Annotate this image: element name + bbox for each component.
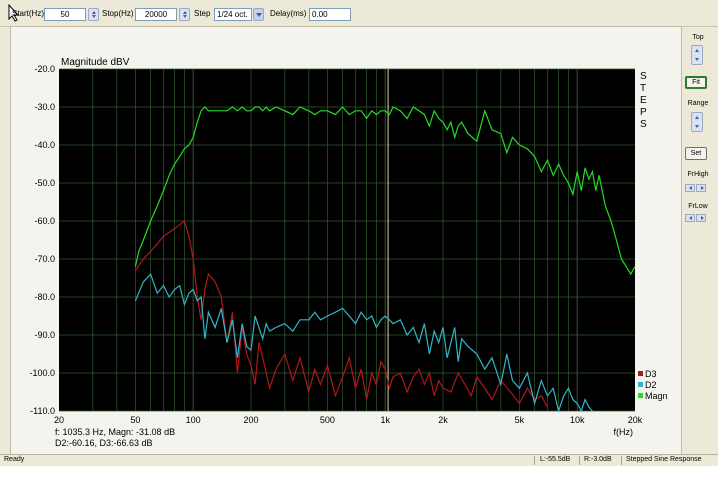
toolbar: Start(Hz) 50 Stop(Hz) 20000 Step 1/24 oc… bbox=[0, 0, 718, 27]
legend-swatch-d3 bbox=[638, 371, 643, 376]
stop-freq-input[interactable]: 20000 bbox=[135, 8, 177, 21]
steps-letter: P bbox=[640, 107, 647, 118]
status-mode: Stepped Sine Response bbox=[626, 456, 702, 463]
status-text: Ready bbox=[4, 456, 25, 463]
y-tick-label: -20.0 bbox=[34, 64, 55, 74]
delay-label: Delay(ms) bbox=[270, 9, 307, 18]
x-tick-label: 100 bbox=[186, 415, 201, 425]
delay-input[interactable]: 0.00 bbox=[309, 8, 351, 21]
x-tick-label: 2k bbox=[438, 415, 448, 425]
arrow-right-icon[interactable] bbox=[696, 214, 706, 222]
x-tick-label: 200 bbox=[243, 415, 258, 425]
range-spinner[interactable] bbox=[691, 112, 703, 132]
frhigh-arrows bbox=[685, 184, 707, 192]
legend-label-magn: Magn bbox=[645, 391, 668, 401]
arrow-left-icon[interactable] bbox=[685, 184, 695, 192]
y-tick-label: -110.0 bbox=[30, 406, 55, 416]
stop-label: Stop(Hz) bbox=[102, 9, 134, 18]
x-tick-label: 500 bbox=[320, 415, 335, 425]
arrow-left-icon[interactable] bbox=[685, 214, 695, 222]
x-tick-label: 5k bbox=[515, 415, 525, 425]
start-freq-input[interactable]: 50 bbox=[44, 8, 86, 21]
frlow-arrows bbox=[685, 214, 707, 222]
x-tick-label: 20k bbox=[628, 415, 643, 425]
y-tick-label: -90.0 bbox=[34, 330, 55, 340]
frhigh-label: FrHigh bbox=[687, 171, 709, 178]
chart-title: Magnitude dBV bbox=[61, 57, 130, 68]
top-label: Top bbox=[692, 34, 704, 41]
status-r-level: R:-3.0dB bbox=[584, 456, 612, 463]
status-bar: Ready L:-55.5dB R:-3.0dB Stepped Sine Re… bbox=[0, 454, 718, 466]
legend-swatch-magn bbox=[638, 393, 643, 398]
steps-letter: T bbox=[640, 83, 646, 94]
steps-letter: S bbox=[640, 119, 647, 130]
legend-label-d2: D2 bbox=[645, 380, 657, 390]
status-divider bbox=[579, 456, 580, 465]
range-label: Range bbox=[687, 100, 709, 107]
side-controls: Top Fit Range Set FrHigh FrLow bbox=[682, 26, 714, 454]
window-bottom-strip bbox=[0, 466, 718, 479]
status-divider bbox=[534, 456, 535, 465]
chevron-down-icon[interactable] bbox=[253, 8, 264, 21]
magnitude-chart[interactable]: -20.0 -30.0 -40.0 -50.0 -60.0 -70.0 -80.0 -90.0… bbox=[11, 27, 681, 455]
y-tick-label: -50.0 bbox=[34, 178, 55, 188]
status-l-level: L:-55.5dB bbox=[540, 456, 571, 463]
y-tick-label: -80.0 bbox=[34, 292, 55, 302]
y-tick-label: -70.0 bbox=[34, 254, 55, 264]
steps-letter: E bbox=[640, 95, 647, 106]
legend-swatch-d2 bbox=[638, 382, 643, 387]
x-tick-label: 1k bbox=[380, 415, 390, 425]
start-label: Start(Hz) bbox=[12, 9, 44, 18]
arrow-right-icon[interactable] bbox=[696, 184, 706, 192]
x-axis-label: f(Hz) bbox=[614, 427, 634, 437]
fit-button[interactable]: Fit bbox=[685, 76, 707, 89]
plot-panel: -20.0 -30.0 -40.0 -50.0 -60.0 -70.0 -80.0 -90.0… bbox=[10, 26, 682, 456]
y-tick-label: -40.0 bbox=[34, 140, 55, 150]
frlow-label: FrLow bbox=[688, 203, 708, 210]
y-tick-label: -60.0 bbox=[34, 216, 55, 226]
cursor-readout-line2: D2:-60.16, D3:-66.63 dB bbox=[55, 438, 153, 448]
legend-label-d3: D3 bbox=[645, 369, 657, 379]
start-freq-spinner[interactable] bbox=[88, 8, 99, 21]
x-tick-label: 50 bbox=[130, 415, 140, 425]
y-tick-label: -100.0 bbox=[29, 368, 55, 378]
x-tick-label: 10k bbox=[570, 415, 585, 425]
cursor-readout-line1: f: 1035.3 Hz, Magn: -31.08 dB bbox=[55, 427, 175, 437]
y-tick-label: -30.0 bbox=[34, 102, 55, 112]
steps-letter: S bbox=[640, 71, 647, 82]
set-button[interactable]: Set bbox=[685, 147, 707, 160]
step-select[interactable]: 1/24 oct. bbox=[214, 8, 252, 21]
x-tick-label: 20 bbox=[54, 415, 64, 425]
step-label: Step bbox=[194, 9, 211, 18]
plot-area bbox=[59, 69, 635, 411]
top-spinner[interactable] bbox=[691, 45, 703, 65]
status-divider bbox=[621, 456, 622, 465]
stop-freq-spinner[interactable] bbox=[179, 8, 190, 21]
